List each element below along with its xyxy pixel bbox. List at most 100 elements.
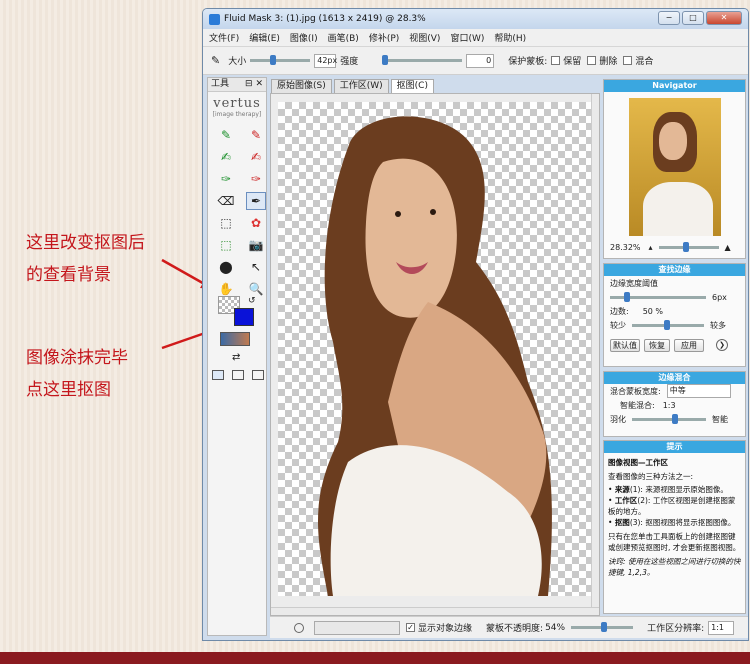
menu-image[interactable]: 图像(I) [290,31,318,44]
smart-blend-label: 智能混合: [620,400,655,410]
mask-opacity-slider[interactable] [571,622,634,632]
zoom-out-icon[interactable]: ▴ [649,243,653,252]
view-workspace-icon[interactable] [232,370,244,380]
menu-view[interactable]: 视图(V) [409,31,440,44]
tips-panel: 提示 图像视图—工作区 查看图像的三种方法之一: • 来源(1): 来源视图显示… [603,440,746,614]
vertus-subtitle: [image therapy] [212,111,262,118]
swap-icon[interactable]: ⇄ [232,352,240,363]
tips-paragraph: 只有在您单击工具面板上的创建抠图键或创建预览抠图时, 才会更新抠图视图。 [608,532,741,552]
app-window: Fluid Mask 3: (1).jpg (1613 x 2419) @ 28… [202,8,749,641]
menu-window[interactable]: 窗口(W) [450,31,484,44]
window-title: Fluid Mask 3: (1).jpg (1613 x 2419) @ 28… [224,14,426,24]
zoom-in-icon[interactable]: ▲ [725,243,731,252]
annotation-line-3: 图像涂抹完毕 [26,348,128,368]
menu-file[interactable]: 文件(F) [209,31,239,44]
background-color-icon[interactable]: ↺ [218,296,258,328]
default-button[interactable]: 默认值 [610,338,640,352]
create-cutout-icon[interactable] [220,332,250,346]
eraser-icon[interactable]: ⌫ [216,192,236,210]
horizontal-scrollbar[interactable] [271,607,599,615]
keep-brush-icon[interactable]: ✎ [216,126,236,144]
navigator-zoom-value[interactable]: 28.32% [610,243,641,252]
tab-workspace[interactable]: 工作区(W) [333,79,389,93]
annotation-line-1: 这里改变抠图后 [26,233,145,253]
navigator-zoom-slider[interactable] [658,241,719,252]
blend-width-select[interactable]: 中等 [666,384,731,398]
annotation-background-text: 这里改变抠图后 的查看背景 [26,227,145,291]
tab-cutout[interactable]: 抠图(C) [390,79,434,93]
view-original-icon[interactable] [212,370,224,380]
minimize-button[interactable]: − [658,11,680,25]
more-label: 较多 [710,320,726,330]
tips-intro: 查看图像的三种方法之一: [608,472,694,481]
mask-opacity-value: 54% [545,622,566,633]
keep-local-brush-icon[interactable]: ✍ [216,148,236,166]
restore-button[interactable]: 恢复 [644,338,670,352]
size-slider[interactable] [250,55,311,65]
title-bar: Fluid Mask 3: (1).jpg (1613 x 2419) @ 28… [203,9,748,29]
delete-brush-icon[interactable]: ✎ [246,126,266,144]
edge-width-value[interactable]: 6px [712,293,727,302]
patch-tool-icon[interactable]: ✒ [246,192,266,210]
blend-width-label: 混合蒙板宽度: [610,386,661,396]
strength-label: 强度 [340,57,359,67]
menu-brush[interactable]: 画笔(B) [328,31,359,44]
vertical-scrollbar[interactable] [591,94,599,615]
close-button[interactable]: ✕ [706,11,742,25]
keep-fill-brush-icon[interactable]: ✑ [216,170,236,188]
edge-width-label: 边缘宽度阈值 [610,278,658,288]
blend-checkbox[interactable] [623,56,633,65]
tips-cutout-text: (3): 抠图视图将显示抠图图像。 [629,518,736,527]
menu-help[interactable]: 帮助(H) [494,31,526,44]
smart-label: 智能 [712,414,728,424]
tips-workspace-head: 工作区 [614,496,638,505]
maximize-button[interactable]: □ [682,11,704,25]
annotation-cutout-text: 图像涂抹完毕 点这里抠图 [26,342,128,406]
tool-panel-header: 工具 ⊟ ✕ [208,78,266,92]
status-bar: ✓ 显示对象边缘 蒙板不透明度: 54% 工作区分辨率: 1:1 [270,616,748,638]
blob-tool-icon[interactable]: ⬤ [216,258,236,276]
delete-local-brush-icon[interactable]: ✍ [246,148,266,166]
cutout-image [318,116,552,596]
delete-checkbox[interactable] [587,56,597,65]
annotation-line-2: 的查看背景 [26,265,111,285]
tool-panel-title: 工具 [211,79,230,89]
feather-slider[interactable] [632,413,706,424]
tips-source-text: (1): 来源视图显示原始图像。 [629,485,728,494]
edge-blend-title: 边缘混合 [604,372,745,384]
strength-input[interactable]: 0 [466,53,495,68]
workspace-resolution-select[interactable]: 1:1 [708,620,735,635]
color-picker-icon[interactable]: ✿ [246,214,266,232]
pointer-icon[interactable]: ↖ [246,258,266,276]
apply-button[interactable]: 应用 [674,338,704,352]
status-circle-icon[interactable] [294,622,304,633]
find-edge-title: 查找边缘 [604,264,745,276]
view-cutout-icon[interactable] [252,370,264,380]
navigator-title: Navigator [604,80,745,92]
menu-patch[interactable]: 修补(P) [369,31,399,44]
annotation-line-4: 点这里抠图 [26,380,111,400]
tips-cutout-head: 抠图 [614,518,630,527]
navigator-thumbnail[interactable] [628,98,721,236]
size-input[interactable]: 42px [314,53,337,68]
expand-icon[interactable]: ❯ [716,339,728,351]
edge-count-slider[interactable] [632,319,704,330]
edge-width-slider[interactable] [610,291,706,302]
camera-icon[interactable]: 📷 [246,236,266,254]
vertus-logo: vertus [213,96,261,111]
strength-slider[interactable] [382,55,463,65]
delete-fill-brush-icon[interactable]: ✑ [246,170,266,188]
selection-tool-icon[interactable]: ⬚ [216,214,236,232]
tab-original[interactable]: 原始图像(S) [271,79,332,93]
image-canvas[interactable] [270,93,600,616]
show-edges-checkbox[interactable]: ✓ [406,623,415,632]
bottom-stripe [0,652,750,664]
keep-checkbox[interactable] [551,56,561,65]
navigator-panel: Navigator 28.32% ▴ ▲ [603,79,746,259]
fewer-label: 较少 [610,320,626,330]
panel-controls[interactable]: ⊟ ✕ [245,78,263,91]
tool-panel: 工具 ⊟ ✕ vertus [image therapy] ✎ ✎ ✍ ✍ ✑ … [207,77,267,636]
menu-edit[interactable]: 编辑(E) [249,31,280,44]
patch-brush-icon[interactable]: ⬚ [216,236,236,254]
keep-label: 保留 [563,57,582,67]
